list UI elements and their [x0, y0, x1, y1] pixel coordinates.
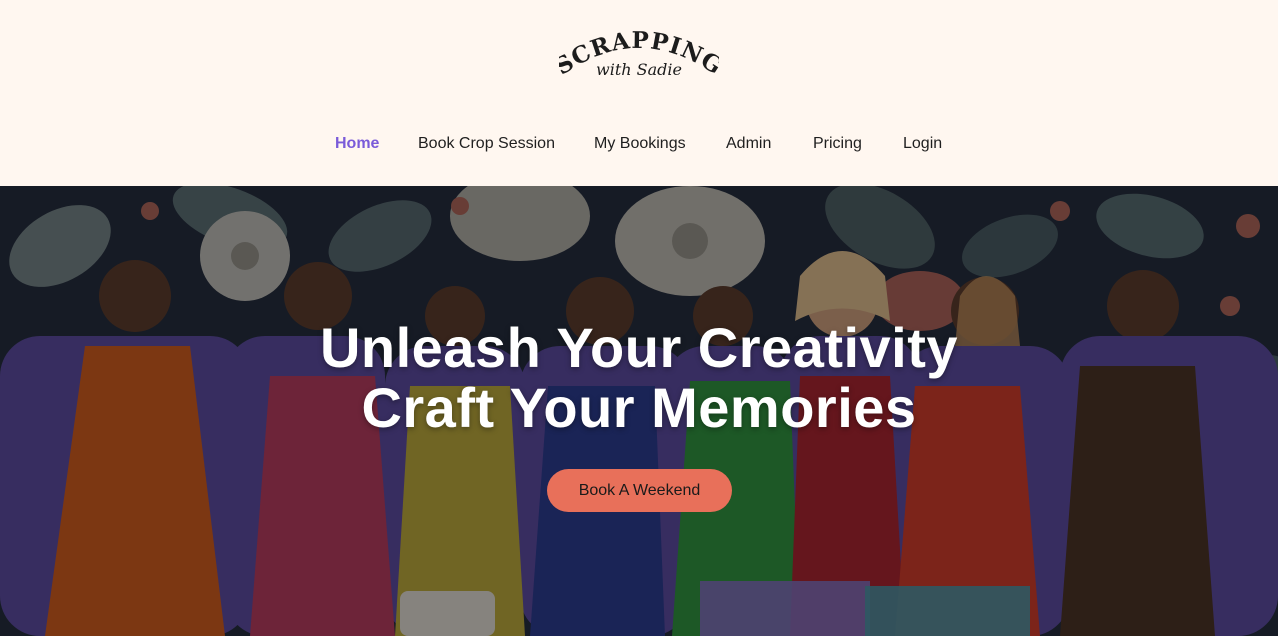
main-nav: Home Book Crop Session My Bookings Admin… [0, 132, 1278, 156]
brand-logo[interactable]: SCRAPPING with Sadie [550, 27, 727, 88]
nav-pricing[interactable]: Pricing [813, 132, 862, 156]
hero-headline: Unleash Your Creativity Craft Your Memor… [0, 318, 1278, 438]
nav-admin[interactable]: Admin [726, 132, 771, 156]
hero-headline-line2: Craft Your Memories [361, 376, 917, 439]
site-header: SCRAPPING with Sadie Home Book Crop Sess… [0, 0, 1278, 186]
hero-section: Unleash Your Creativity Craft Your Memor… [0, 186, 1278, 636]
nav-login[interactable]: Login [903, 132, 942, 156]
brand-line2: with Sadie [596, 60, 682, 79]
nav-my-bookings[interactable]: My Bookings [594, 132, 686, 156]
nav-home[interactable]: Home [335, 132, 379, 156]
hero-headline-line1: Unleash Your Creativity [319, 316, 959, 379]
book-a-weekend-button[interactable]: Book A Weekend [547, 469, 732, 512]
nav-book-crop-session[interactable]: Book Crop Session [418, 132, 555, 156]
